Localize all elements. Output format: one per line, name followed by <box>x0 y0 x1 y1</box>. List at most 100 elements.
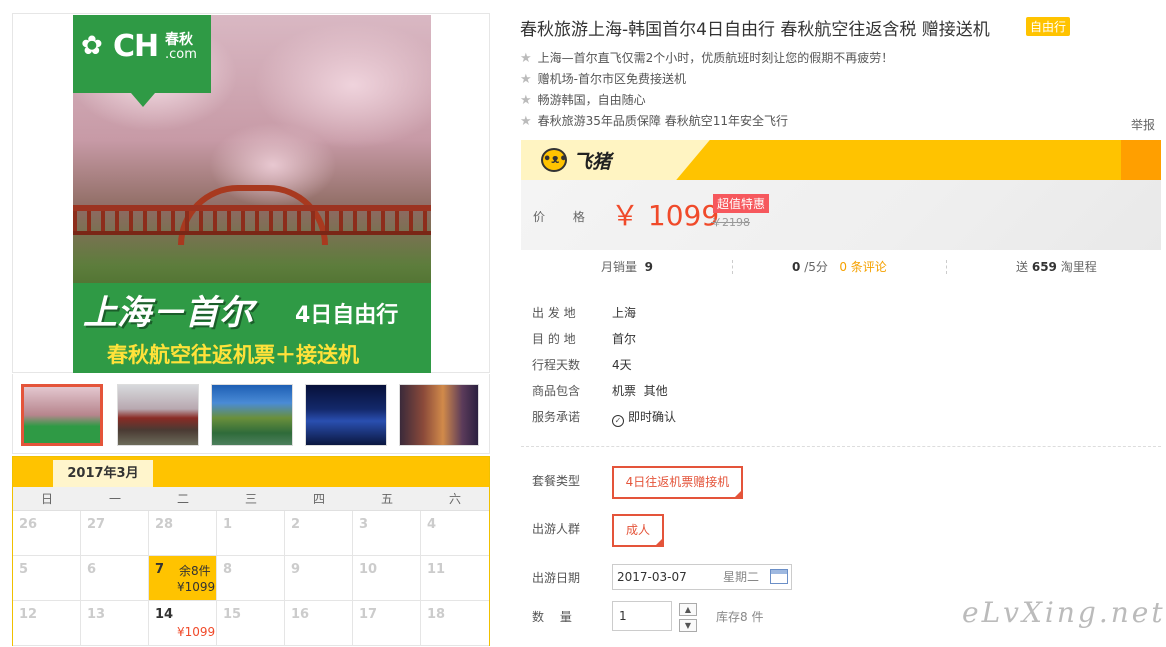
info-key: 服务承诺 <box>532 410 581 424</box>
calendar-day-number: 15 <box>223 607 242 622</box>
calendar-day-cell: 3 <box>353 511 421 556</box>
price-calendar: 2017年3月 日 一 二 三 四 五 六 26 27 28 1 2 3 4 5 6 7 余8件 ¥1… <box>12 456 490 646</box>
free-travel-badge: 自由行 <box>1026 17 1071 36</box>
fliggy-pig-icon: •ᴥ• <box>541 148 568 172</box>
current-price: ￥ 1099 <box>611 199 720 232</box>
thumbnail-2[interactable] <box>117 384 199 446</box>
calendar-day-cell: 11 <box>421 556 489 601</box>
calendar-day-number: 14 <box>155 607 174 622</box>
thumbnail-1[interactable] <box>21 384 103 446</box>
calendar-day-cell: 16 <box>285 601 353 646</box>
logo-cn: 春秋 <box>165 32 193 48</box>
calendar-day-cell: 26 <box>13 511 81 556</box>
watermark: eLvXing.net <box>962 596 1166 629</box>
calendar-day-cell: 8 <box>217 556 285 601</box>
highlight-item: ★ 春秋旅游35年品质保障 春秋航空11年安全飞行 <box>520 111 893 132</box>
calendar-month[interactable]: 2017年3月 <box>53 460 153 487</box>
sales-count: 9 <box>644 260 654 274</box>
calendar-day-number: 8 <box>223 562 233 577</box>
date-weekday: 星期二 <box>723 570 760 584</box>
calendar-day-number: 2 <box>291 517 301 532</box>
calendar-day-cell: 5 <box>13 556 81 601</box>
reviews-link[interactable]: 0 条评论 <box>839 260 886 274</box>
calendar-day-number: 12 <box>19 607 38 622</box>
adult-option-button[interactable]: 成人 <box>612 514 664 547</box>
calendar-day-cell: 17 <box>353 601 421 646</box>
stats-divider <box>946 260 947 274</box>
date-value: 2017-03-07 <box>617 570 687 584</box>
highlight-item: ★ 上海—首尔直飞仅需2个小时，优质航班时刻让您的假期不再疲劳！ <box>520 48 893 69</box>
highlight-item: ★ 赠机场-首尔市区免费接送机 <box>520 69 893 90</box>
quantity-increase-button[interactable]: ▲ <box>679 603 697 616</box>
rating: 0 /5分 0 条评论 <box>792 256 887 278</box>
calendar-day-number: 28 <box>155 517 174 532</box>
weekday: 五 <box>380 492 393 506</box>
calendar-day-cell: 12 <box>13 601 81 646</box>
original-price: ￥2198 <box>711 216 750 229</box>
points-prefix: 送 <box>1016 260 1029 274</box>
weekday: 一 <box>108 492 121 506</box>
info-key: 行程天数 <box>532 358 581 372</box>
calendar-day-number: 17 <box>359 607 378 622</box>
calendar-weekdays: 日 一 二 三 四 五 六 <box>13 487 489 511</box>
banner-route: 上海－首尔 <box>83 293 253 333</box>
points-value: 659 <box>1031 260 1057 274</box>
logo-text: CH <box>113 29 159 64</box>
info-row: 行程天数 4天 <box>532 356 676 382</box>
info-value: 机票 其他 <box>612 384 668 398</box>
stats-bar: 月销量 9 0 /5分 0 条评论 送 659 淘里程 <box>521 256 1161 278</box>
info-value: 上海 <box>612 306 637 320</box>
package-option-button[interactable]: 4日往返机票赠接机 <box>612 466 743 499</box>
thumbnail-strip <box>12 374 490 454</box>
quantity-decrease-button[interactable]: ▼ <box>679 619 697 632</box>
star-icon: ★ <box>520 72 532 87</box>
brand-name: 飞猪 <box>573 151 612 173</box>
stock-count: 库存8 件 <box>716 610 764 624</box>
calendar-day-cell: 4 <box>421 511 489 556</box>
calendar-day-cell: 13 <box>81 601 149 646</box>
calendar-day-number: 11 <box>427 562 446 577</box>
highlight-text: 畅游韩国，自由随心 <box>537 93 646 107</box>
report-link[interactable]: 举报 <box>1131 116 1155 133</box>
section-divider <box>521 446 1161 447</box>
calendar-price: ¥1099 <box>177 625 216 639</box>
star-icon: ★ <box>520 51 532 66</box>
cherry-blossom-photo: 上海－首尔 4日自由行 春秋航空往返机票＋接送机 ✿ CH 春秋 .com <box>73 15 431 373</box>
highlight-text: 上海—首尔直飞仅需2个小时，优质航班时刻让您的假期不再疲劳！ <box>537 51 894 65</box>
calendar-day-cell: 6 <box>81 556 149 601</box>
calendar-day-number: 27 <box>87 517 106 532</box>
thumbnail-3[interactable] <box>211 384 293 446</box>
banner-days: 4日自由行 <box>295 303 399 328</box>
calendar-day-cell[interactable]: 7 余8件 ¥1099 <box>149 556 217 601</box>
travel-date-input[interactable]: 2017-03-07 星期二 <box>612 564 792 590</box>
fliggy-brand-bar: •ᴥ• 飞猪 <box>521 140 1161 180</box>
thumbnail-5[interactable] <box>399 384 479 446</box>
points-suffix: 淘里程 <box>1060 260 1097 274</box>
info-key: 目 的 地 <box>532 332 576 346</box>
thumbnail-4[interactable] <box>305 384 387 446</box>
stats-divider <box>732 260 733 274</box>
calendar-day-cell: 27 <box>81 511 149 556</box>
calendar-day-cell: 28 <box>149 511 217 556</box>
calendar-grid: 26 27 28 1 2 3 4 5 6 7 余8件 ¥1099 8 9 10 11 12 13 14 ¥1099 15… <box>13 511 489 646</box>
quantity-input[interactable]: 1 <box>612 601 672 631</box>
calendar-day-number: 5 <box>19 562 29 577</box>
monthly-sales: 月销量 9 <box>601 256 653 278</box>
price-box: 价 格 ￥ 1099 超值特惠 ￥2198 <box>521 180 1161 250</box>
weekday: 四 <box>312 492 325 506</box>
info-row: 商品包含 机票 其他 <box>532 382 676 408</box>
main-product-image: 上海－首尔 4日自由行 春秋航空往返机票＋接送机 ✿ CH 春秋 .com <box>12 13 490 373</box>
highlight-text: 赠机场-首尔市区免费接送机 <box>537 72 686 86</box>
calendar-day-cell[interactable]: 14 ¥1099 <box>149 601 217 646</box>
calendar-day-cell: 18 <box>421 601 489 646</box>
info-row: 目 的 地 首尔 <box>532 330 676 356</box>
calendar-day-number: 13 <box>87 607 106 622</box>
swirl-logo-icon: ✿ <box>81 31 103 61</box>
calendar-header: 2017年3月 <box>13 457 489 487</box>
calendar-day-number: 26 <box>19 517 38 532</box>
calendar-icon[interactable] <box>770 569 788 584</box>
product-info: 出 发 地 上海 目 的 地 首尔 行程天数 4天 商品包含 机票 其他 服务承诺 ✓ 即时… <box>532 304 676 434</box>
calendar-day-number: 9 <box>291 562 301 577</box>
highlight-text: 春秋旅游35年品质保障 春秋航空11年安全飞行 <box>537 114 789 128</box>
banner-subtitle: 春秋航空往返机票＋接送机 <box>107 343 359 367</box>
